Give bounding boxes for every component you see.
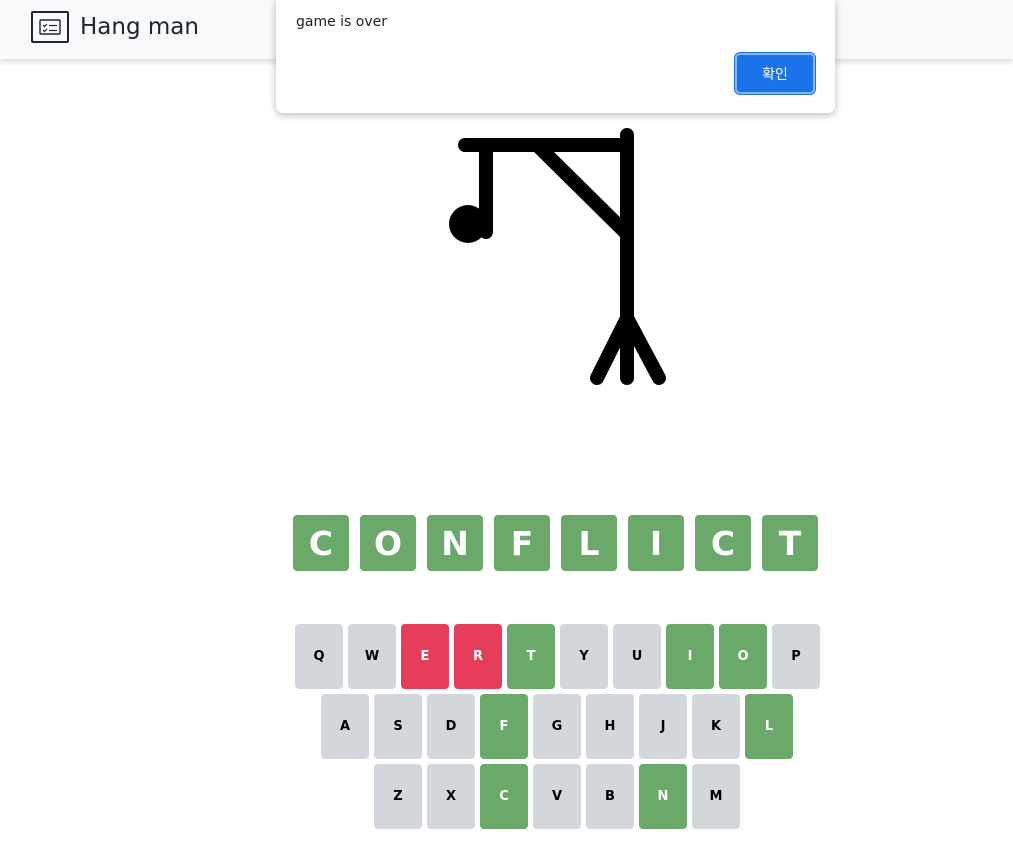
alert-ok-button[interactable]: 확인 [734, 52, 816, 95]
word-letter: O [360, 515, 416, 571]
word-letter: F [494, 515, 550, 571]
key-f[interactable]: F [480, 694, 528, 759]
hangman-head [449, 205, 487, 243]
keyboard-row: ZXCVBNM [374, 764, 740, 829]
key-v[interactable]: V [533, 764, 581, 829]
word-letter: C [293, 515, 349, 571]
word-letter: N [427, 515, 483, 571]
guessed-word: CONFLICT [293, 515, 818, 571]
key-w[interactable]: W [348, 624, 396, 689]
word-letter: T [762, 515, 818, 571]
key-c[interactable]: C [480, 764, 528, 829]
key-e[interactable]: E [401, 624, 449, 689]
keyboard-row: ASDFGHJKL [321, 694, 793, 759]
key-m[interactable]: M [692, 764, 740, 829]
card-checklist-icon [31, 11, 69, 43]
key-k[interactable]: K [692, 694, 740, 759]
key-j[interactable]: J [639, 694, 687, 759]
key-y[interactable]: Y [560, 624, 608, 689]
key-r[interactable]: R [454, 624, 502, 689]
key-u[interactable]: U [613, 624, 661, 689]
key-i[interactable]: I [666, 624, 714, 689]
keyboard-row: QWERTYUIOP [295, 624, 820, 689]
word-letter: I [628, 515, 684, 571]
key-n[interactable]: N [639, 764, 687, 829]
key-p[interactable]: P [772, 624, 820, 689]
gallows-brace [533, 141, 632, 239]
key-g[interactable]: G [533, 694, 581, 759]
key-d[interactable]: D [427, 694, 475, 759]
key-x[interactable]: X [427, 764, 475, 829]
key-a[interactable]: A [321, 694, 369, 759]
key-l[interactable]: L [745, 694, 793, 759]
app-title[interactable]: Hang man [80, 14, 199, 40]
key-b[interactable]: B [586, 764, 634, 829]
key-s[interactable]: S [374, 694, 422, 759]
key-h[interactable]: H [586, 694, 634, 759]
hangman-drawing [449, 128, 666, 385]
alert-dialog: game is over 확인 [276, 0, 835, 113]
word-letter: C [695, 515, 751, 571]
key-z[interactable]: Z [374, 764, 422, 829]
key-q[interactable]: Q [295, 624, 343, 689]
key-t[interactable]: T [507, 624, 555, 689]
key-o[interactable]: O [719, 624, 767, 689]
word-letter: L [561, 515, 617, 571]
alert-message: game is over [296, 14, 388, 30]
